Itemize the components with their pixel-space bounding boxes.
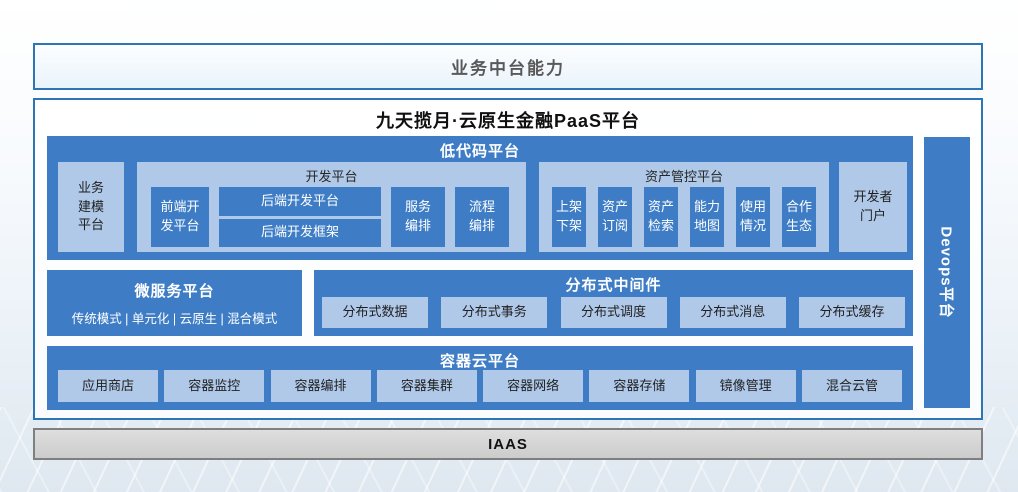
container-cloud-section-title: 容器云平台 [47,350,913,371]
asset-subscription-box: 资产订阅 [598,187,632,247]
business-midplatform-banner: 业务中台能力 [33,43,983,90]
asset-control-group-title: 资产管控平台 [539,166,829,185]
backend-dev-platform-box: 后端开发平台 [219,187,381,216]
section-distributed-middleware: 分布式中间件 分布式数据 分布式事务 分布式调度 分布式消息 分布式缓存 [314,270,913,336]
paas-platform-frame: 九天揽月·云原生金融PaaS平台 低代码平台 业务建模平台 开发平台 前端开发平… [33,98,983,420]
distributed-cache-box: 分布式缓存 [799,297,905,328]
container-monitoring-box: 容器监控 [164,370,264,402]
container-storage-box: 容器存储 [589,370,689,402]
distributed-scheduling-box: 分布式调度 [561,297,667,328]
image-management-box: 镜像管理 [696,370,796,402]
section-container-cloud: 容器云平台 应用商店 容器监控 容器编排 容器集群 容器网络 容器存储 镜像管理… [47,346,913,410]
asset-onoff-shelf-box: 上架下架 [552,187,586,247]
container-cloud-row: 应用商店 容器监控 容器编排 容器集群 容器网络 容器存储 镜像管理 混合云管 [58,370,902,402]
capability-map-box: 能力地图 [690,187,724,247]
container-cluster-box: 容器集群 [377,370,477,402]
cooperation-ecosystem-box: 合作生态 [782,187,816,247]
dev-platform-group: 开发平台 前端开发平台 后端开发平台 后端开发框架 服务编排 流程编排 [137,162,526,252]
asset-control-group: 资产管控平台 上架下架 资产订阅 资产检索 能力地图 使用情况 合作生态 [539,162,829,252]
distributed-data-box: 分布式数据 [322,297,428,328]
microservice-section-title: 微服务平台 [134,280,214,301]
section-lowcode-platform: 低代码平台 业务建模平台 开发平台 前端开发平台 后端开发平台 后端开发框架 服… [47,136,913,260]
iaas-label: IAAS [488,436,528,453]
iaas-layer-bar: IAAS [33,428,983,460]
dev-platform-group-title: 开发平台 [137,166,526,185]
container-orchestration-box: 容器编排 [271,370,371,402]
devops-section-title: Devops平台 [937,226,958,318]
process-orchestration-box: 流程编排 [455,187,509,247]
asset-control-row: 上架下架 资产订阅 资产检索 能力地图 使用情况 合作生态 [548,187,820,247]
lowcode-section-title: 低代码平台 [47,140,913,161]
architecture-diagram: 业务中台能力 九天揽月·云原生金融PaaS平台 低代码平台 业务建模平台 开发平… [0,0,1018,492]
container-network-box: 容器网络 [483,370,583,402]
distributed-message-box: 分布式消息 [680,297,786,328]
asset-search-box: 资产检索 [644,187,678,247]
microservice-modes: 传统模式 | 单元化 | 云原生 | 混合模式 [72,308,278,327]
section-microservice-platform: 微服务平台 传统模式 | 单元化 | 云原生 | 混合模式 [47,270,302,336]
app-store-box: 应用商店 [58,370,158,402]
usage-status-box: 使用情况 [736,187,770,247]
business-midplatform-label: 业务中台能力 [451,54,565,79]
distributed-transaction-box: 分布式事务 [441,297,547,328]
middleware-row: 分布式数据 分布式事务 分布式调度 分布式消息 分布式缓存 [322,297,905,328]
business-modeling-platform-box: 业务建模平台 [58,162,124,252]
platform-title: 九天揽月·云原生金融PaaS平台 [35,107,981,133]
hybrid-cloud-mgmt-box: 混合云管 [802,370,902,402]
dev-platform-row: 前端开发平台 后端开发平台 后端开发框架 服务编排 流程编排 [151,187,512,247]
middleware-section-title: 分布式中间件 [314,274,913,295]
frontend-dev-platform-box: 前端开发平台 [151,187,209,247]
section-devops-platform: Devops平台 [924,137,970,408]
service-orchestration-box: 服务编排 [391,187,445,247]
developer-portal-box: 开发者门户 [839,162,907,252]
backend-stack: 后端开发平台 后端开发框架 [219,187,381,247]
backend-dev-framework-box: 后端开发框架 [219,219,381,248]
